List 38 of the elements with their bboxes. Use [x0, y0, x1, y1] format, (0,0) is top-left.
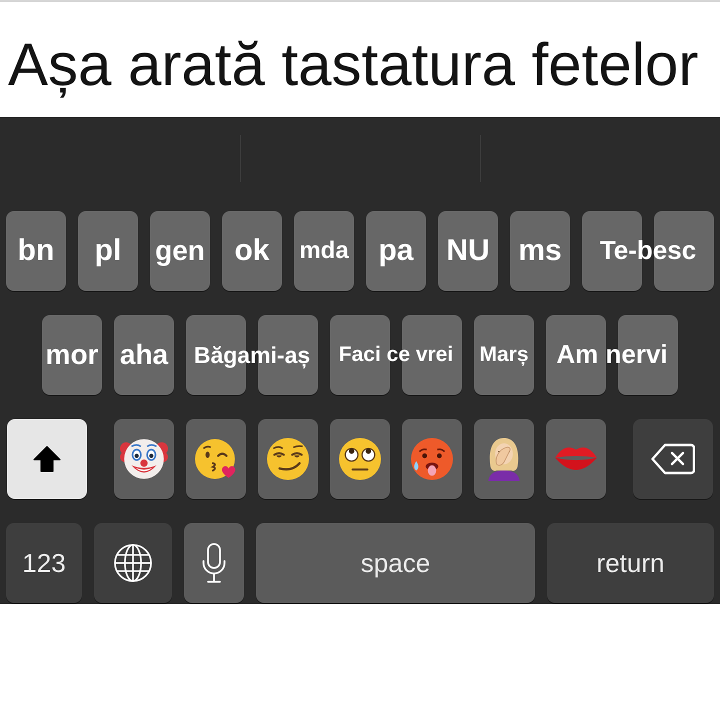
emoji-key[interactable] — [330, 419, 390, 499]
keyboard-key[interactable]: pa — [366, 211, 426, 291]
numbers-key[interactable]: 123 — [6, 523, 82, 603]
keyboard-key[interactable]: ok — [222, 211, 282, 291]
keyboard-key[interactable]: bn — [6, 211, 66, 291]
smirking-face-icon — [267, 438, 309, 480]
key-label: Am nervi — [556, 340, 668, 370]
backspace-icon — [651, 443, 695, 475]
facepalm-person-icon — [487, 437, 521, 481]
return-key[interactable]: return — [547, 523, 714, 603]
eye-roll-face-icon — [339, 438, 381, 480]
key-label: Băgami-aș — [194, 342, 310, 368]
keyboard-key[interactable]: mor — [42, 315, 102, 395]
keyboard-key[interactable]: ms — [510, 211, 570, 291]
globe-icon — [114, 544, 152, 582]
microphone-key[interactable] — [184, 523, 244, 603]
key-label: Faci ce vrei — [338, 342, 454, 368]
hot-face-icon — [411, 438, 453, 480]
keyboard-key[interactable]: NU — [438, 211, 498, 291]
key-label: Te-besc — [600, 236, 696, 266]
shift-arrow-icon — [33, 445, 61, 473]
keyboard-key[interactable]: pl — [78, 211, 138, 291]
keyboard-key[interactable]: mda — [294, 211, 354, 291]
clown-face-icon — [120, 439, 168, 479]
keyboard-key[interactable]: Marș — [474, 315, 534, 395]
emoji-key[interactable] — [114, 419, 174, 499]
keyboard-key[interactable] — [546, 315, 606, 395]
emoji-key[interactable] — [474, 419, 534, 499]
backspace-key[interactable] — [633, 419, 713, 499]
microphone-icon — [202, 543, 226, 583]
shift-key[interactable] — [7, 419, 87, 499]
kissing-face-icon — [195, 439, 237, 479]
keyboard-key[interactable]: gen — [150, 211, 210, 291]
emoji-key[interactable] — [258, 419, 318, 499]
emoji-key[interactable] — [186, 419, 246, 499]
globe-key[interactable] — [94, 523, 172, 603]
keyboard-key[interactable]: aha — [114, 315, 174, 395]
space-bar[interactable]: space — [256, 523, 535, 603]
